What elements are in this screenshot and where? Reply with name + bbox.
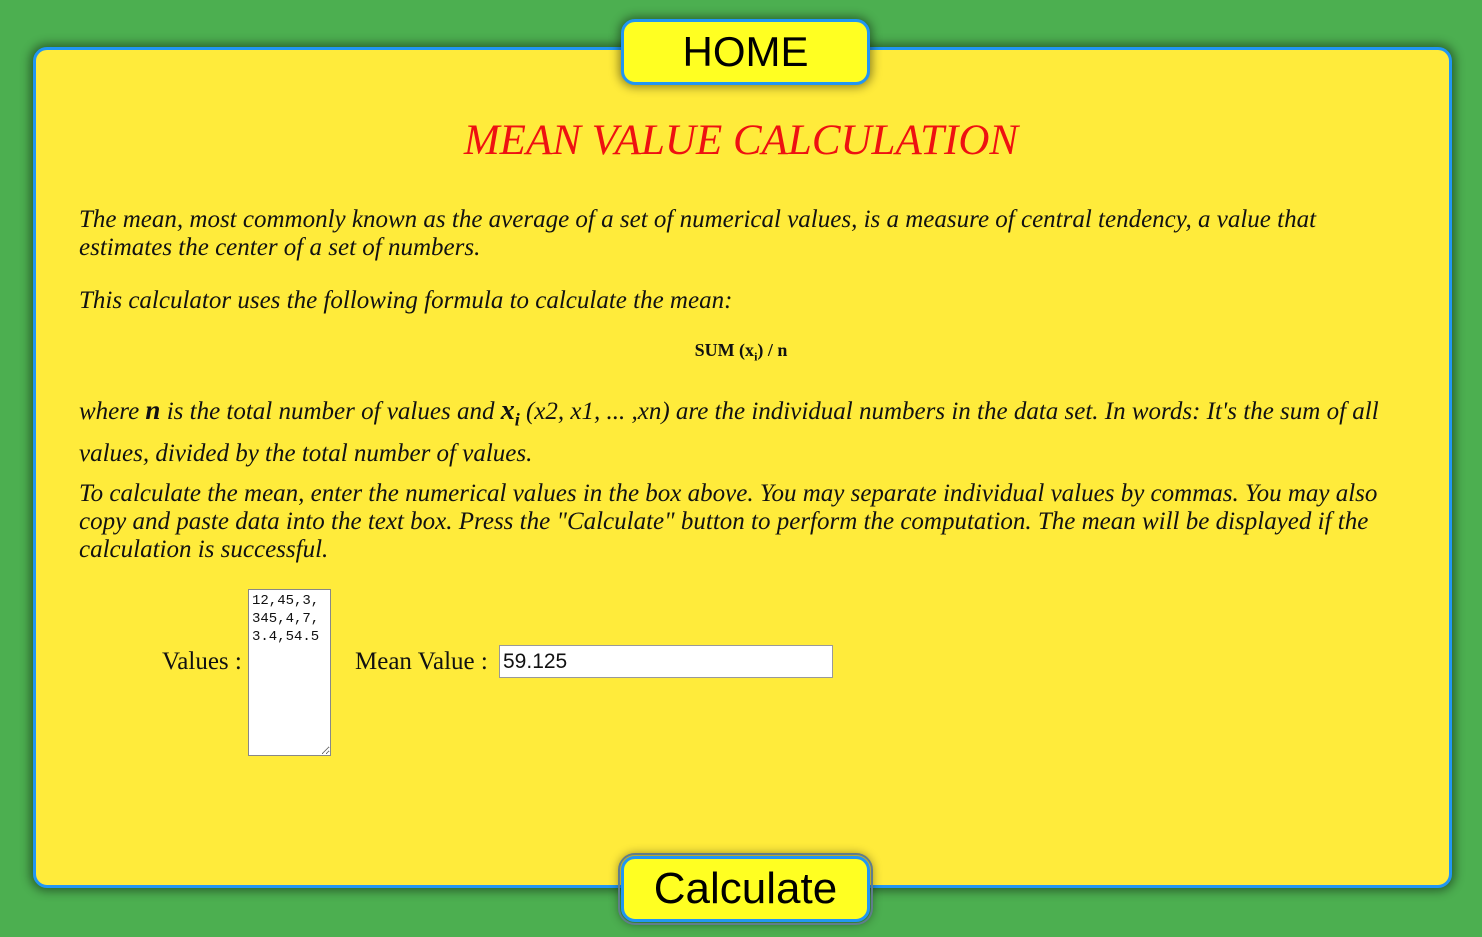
values-textarea[interactable]: 12,45,3,345,4,7,3.4,54.5: [248, 589, 331, 756]
explanation-text-1: where: [79, 398, 146, 425]
explanation-text-2: is the total number of values and: [160, 398, 501, 425]
intro-paragraph: The mean, most commonly known as the ave…: [79, 206, 1317, 261]
x-symbol: x: [500, 395, 515, 426]
formula-suffix: ) / n: [757, 340, 788, 360]
formula-intro-paragraph: This calculator uses the following formu…: [79, 287, 733, 314]
calculate-button[interactable]: Calculate: [618, 853, 873, 925]
page-title: MEAN VALUE CALCULATION: [463, 117, 1019, 164]
instructions-paragraph: To calculate the mean, enter the numeric…: [79, 480, 1378, 563]
n-symbol: n: [145, 395, 161, 425]
values-label: Values :: [162, 648, 242, 675]
formula-prefix: SUM (x: [694, 340, 755, 360]
home-button[interactable]: HOME: [621, 19, 870, 85]
formula: SUM (xi) / n: [0, 340, 1482, 365]
xi-symbol: xi: [500, 395, 520, 430]
mean-value-field[interactable]: [499, 645, 833, 678]
mean-value-label: Mean Value :: [355, 648, 488, 675]
explanation-paragraph: where n is the total number of values an…: [79, 393, 1399, 471]
